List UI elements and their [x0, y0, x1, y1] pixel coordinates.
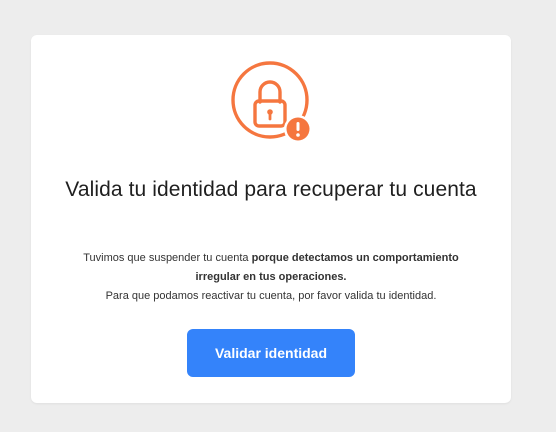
suspension-message: Tuvimos que suspender tu cuenta porque d… [49, 249, 493, 306]
message-line-2: irregular en tus operaciones. [195, 271, 347, 283]
identity-validation-card: Valida tu identidad para recuperar tu cu… [31, 35, 511, 403]
message-line-1-bold: porque detectamos un comportamiento [251, 252, 459, 264]
page-title: Valida tu identidad para recuperar tu cu… [65, 178, 477, 201]
validate-identity-button[interactable]: Validar identidad [187, 329, 355, 377]
message-line-1-plain: Tuvimos que suspender tu cuenta [83, 252, 249, 264]
message-line-3: Para que podamos reactivar tu cuenta, po… [105, 290, 437, 302]
lock-warning-icon [230, 60, 318, 148]
message-line-1: Tuvimos que suspender tu cuenta porque d… [49, 249, 493, 268]
